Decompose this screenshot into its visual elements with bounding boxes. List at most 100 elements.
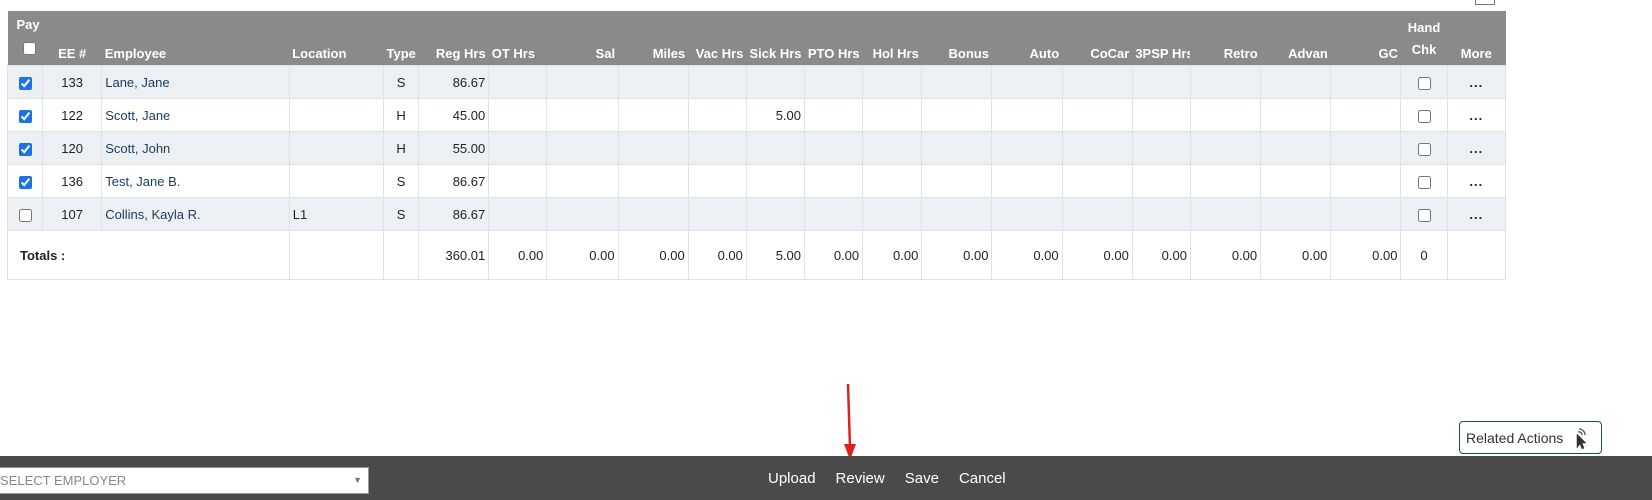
sal-cell[interactable] (546, 197, 619, 231)
retro-cell[interactable] (1189, 131, 1262, 165)
sal-cell[interactable] (546, 131, 619, 165)
gc-cell[interactable] (1330, 65, 1402, 99)
sick-hrs-cell[interactable]: 5.00 (745, 98, 806, 132)
ot-hrs-cell[interactable] (488, 164, 548, 198)
retro-cell[interactable] (1189, 164, 1262, 198)
bonus-cell[interactable] (921, 164, 993, 198)
col-type[interactable]: Type (383, 11, 419, 66)
auto-cell[interactable] (991, 131, 1063, 165)
sal-cell[interactable] (546, 65, 619, 99)
auto-cell[interactable] (991, 164, 1063, 198)
vac-hrs-cell[interactable] (687, 131, 747, 165)
sick-hrs-cell[interactable] (745, 131, 806, 165)
cocar-cell[interactable] (1061, 164, 1133, 198)
pay-checkbox[interactable] (18, 175, 32, 189)
col-hand-chk[interactable]: Hand Chk (1400, 11, 1448, 66)
pto-hrs-cell[interactable] (804, 197, 864, 231)
location-cell[interactable] (288, 131, 384, 165)
col-sal[interactable]: Sal (546, 11, 619, 66)
save-button[interactable]: Save (905, 470, 939, 487)
cocar-cell[interactable] (1061, 65, 1133, 99)
employee-name[interactable]: Scott, Jane (101, 98, 290, 132)
ot-hrs-cell[interactable] (488, 65, 548, 99)
pto-hrs-cell[interactable] (804, 98, 864, 132)
employee-name[interactable]: Lane, Jane (101, 65, 290, 99)
col-3psp-hrs[interactable]: 3PSP Hrs (1132, 11, 1191, 66)
col-advan[interactable]: Advan (1260, 11, 1331, 66)
gc-cell[interactable] (1330, 131, 1402, 165)
col-hol-hrs[interactable]: Hol Hrs (862, 11, 922, 66)
vac-hrs-cell[interactable] (687, 98, 747, 132)
cocar-cell[interactable] (1061, 98, 1133, 132)
reg-hrs-cell[interactable]: 86.67 (418, 65, 490, 99)
employee-name[interactable]: Test, Jane B. (101, 164, 290, 198)
sal-cell[interactable] (546, 164, 619, 198)
miles-cell[interactable] (617, 197, 689, 231)
auto-cell[interactable] (991, 197, 1063, 231)
3psp-hrs-cell[interactable] (1131, 98, 1191, 132)
location-cell[interactable]: L1 (288, 197, 384, 231)
gc-cell[interactable] (1330, 98, 1402, 132)
pay-checkbox[interactable] (18, 76, 32, 90)
col-auto[interactable]: Auto (991, 11, 1063, 66)
more-button[interactable]: ... (1446, 98, 1507, 132)
more-button[interactable]: ... (1446, 131, 1507, 165)
retro-cell[interactable] (1189, 197, 1262, 231)
hol-hrs-cell[interactable] (862, 65, 923, 99)
advan-cell[interactable] (1260, 65, 1332, 99)
cancel-button[interactable]: Cancel (959, 470, 1006, 487)
col-bonus[interactable]: Bonus (921, 11, 992, 66)
more-button[interactable]: ... (1446, 197, 1507, 231)
reg-hrs-cell[interactable]: 55.00 (418, 131, 490, 165)
cocar-cell[interactable] (1061, 131, 1133, 165)
ot-hrs-cell[interactable] (488, 197, 548, 231)
col-gc[interactable]: GC (1330, 11, 1401, 66)
sick-hrs-cell[interactable] (745, 65, 806, 99)
reg-hrs-cell[interactable]: 45.00 (418, 98, 490, 132)
hol-hrs-cell[interactable] (862, 197, 923, 231)
hol-hrs-cell[interactable] (862, 131, 923, 165)
location-cell[interactable] (288, 98, 384, 132)
col-vac-hrs[interactable]: Vac Hrs (688, 11, 747, 66)
sick-hrs-cell[interactable] (745, 164, 806, 198)
hand-check-checkbox[interactable] (1417, 208, 1431, 222)
col-reg-hrs[interactable]: Reg Hrs (418, 11, 489, 66)
select-all-checkbox[interactable] (22, 42, 36, 55)
pto-hrs-cell[interactable] (804, 164, 864, 198)
more-button[interactable]: ... (1446, 164, 1507, 198)
col-sick-hrs[interactable]: Sick Hrs (746, 11, 805, 66)
hol-hrs-cell[interactable] (862, 98, 923, 132)
upload-button[interactable]: Upload (768, 470, 816, 487)
gc-cell[interactable] (1330, 197, 1402, 231)
location-cell[interactable] (288, 164, 384, 198)
auto-cell[interactable] (991, 98, 1063, 132)
gc-cell[interactable] (1330, 164, 1402, 198)
hand-check-checkbox[interactable] (1417, 109, 1431, 123)
bonus-cell[interactable] (921, 98, 993, 132)
employee-name[interactable]: Scott, John (101, 131, 290, 165)
reg-hrs-cell[interactable]: 86.67 (418, 197, 490, 231)
col-miles[interactable]: Miles (618, 11, 689, 66)
review-button[interactable]: Review (836, 470, 885, 487)
3psp-hrs-cell[interactable] (1131, 131, 1191, 165)
3psp-hrs-cell[interactable] (1131, 65, 1191, 99)
related-actions-button[interactable]: Related Actions (1459, 421, 1602, 454)
hand-check-checkbox[interactable] (1417, 142, 1431, 156)
col-employee[interactable]: Employee (101, 11, 290, 66)
pay-checkbox[interactable] (18, 142, 32, 156)
bonus-cell[interactable] (921, 131, 993, 165)
employer-select[interactable]: SELECT EMPLOYER ▼ (0, 467, 369, 494)
3psp-hrs-cell[interactable] (1131, 197, 1191, 231)
reg-hrs-cell[interactable]: 86.67 (418, 164, 490, 198)
hand-check-checkbox[interactable] (1417, 76, 1431, 90)
col-pto-hrs[interactable]: PTO Hrs (804, 11, 863, 66)
vac-hrs-cell[interactable] (687, 197, 747, 231)
cocar-cell[interactable] (1061, 197, 1133, 231)
retro-cell[interactable] (1189, 98, 1262, 132)
advan-cell[interactable] (1260, 131, 1332, 165)
3psp-hrs-cell[interactable] (1131, 164, 1191, 198)
pay-checkbox[interactable] (18, 109, 32, 123)
miles-cell[interactable] (617, 65, 689, 99)
location-cell[interactable] (288, 65, 384, 99)
pay-checkbox[interactable] (18, 208, 32, 222)
